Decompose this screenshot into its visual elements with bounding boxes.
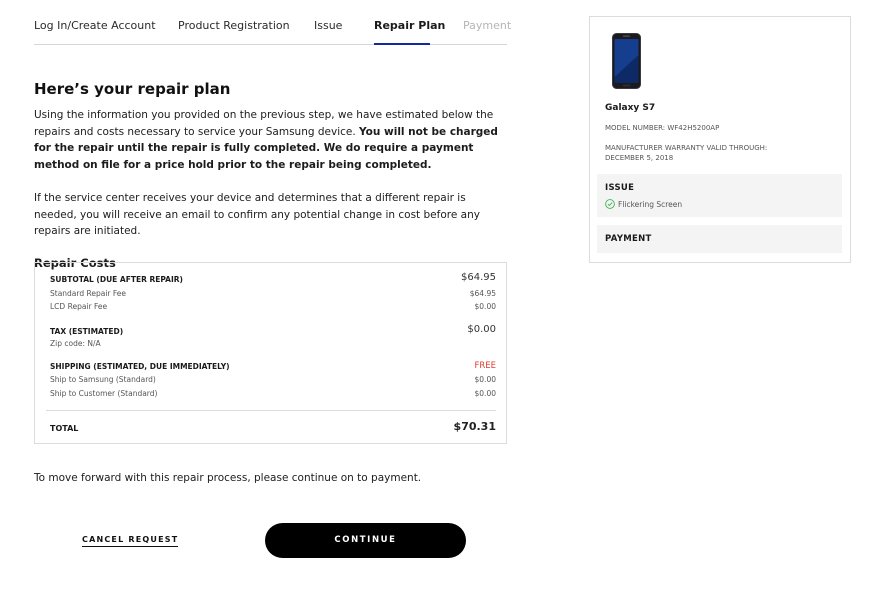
tab-payment: Payment [463, 19, 512, 32]
lcd-fee-value: $0.00 [474, 302, 496, 311]
shipping-value: FREE [474, 361, 496, 371]
page-title: Here’s your repair plan [34, 80, 231, 98]
tax-label: TAX (ESTIMATED) [50, 327, 124, 336]
total-value: $70.31 [453, 420, 496, 433]
standard-fee-row: Standard Repair Fee $64.95 [50, 289, 496, 298]
device-name: Galaxy S7 [605, 103, 656, 113]
ship-samsung-label: Ship to Samsung (Standard) [50, 375, 156, 384]
subtotal-label: SUBTOTAL (DUE AFTER REPAIR) [50, 275, 183, 284]
total-label: TOTAL [50, 424, 79, 433]
tab-issue[interactable]: Issue [314, 19, 342, 32]
shipping-row: SHIPPING (ESTIMATED, DUE IMMEDIATELY) FR… [50, 361, 496, 371]
warranty-label: MANUFACTURER WARRANTY VALID THROUGH: [605, 144, 768, 152]
zip-row: Zip code: N/A [50, 339, 496, 348]
warranty-date: DECEMBER 5, 2018 [605, 154, 674, 162]
shipping-label: SHIPPING (ESTIMATED, DUE IMMEDIATELY) [50, 362, 230, 371]
subtotal-value: $64.95 [461, 272, 496, 283]
tax-value: $0.00 [467, 324, 496, 335]
repair-costs-box: SUBTOTAL (DUE AFTER REPAIR) $64.95 Stand… [34, 262, 507, 444]
phone-icon [612, 33, 641, 89]
ship-customer-label: Ship to Customer (Standard) [50, 389, 158, 398]
total-row: TOTAL $70.31 [50, 420, 496, 433]
tab-product-registration[interactable]: Product Registration [178, 19, 290, 32]
issue-item-label: Flickering Screen [618, 200, 683, 209]
tax-row: TAX (ESTIMATED) $0.00 [50, 324, 496, 336]
device-summary-card: Galaxy S7 MODEL NUMBER: WF42H5200AP MANU… [589, 16, 851, 263]
notice-paragraph: If the service center receives your devi… [34, 192, 480, 237]
ship-samsung-row: Ship to Samsung (Standard) $0.00 [50, 375, 496, 384]
issue-item: Flickering Screen [605, 199, 682, 209]
payment-title: PAYMENT [605, 234, 652, 244]
standard-fee-value: $64.95 [469, 289, 496, 298]
cancel-request-link[interactable]: CANCEL REQUEST [82, 535, 179, 547]
ship-customer-row: Ship to Customer (Standard) $0.00 [50, 389, 496, 398]
check-circle-icon [605, 199, 615, 209]
subtotal-row: SUBTOTAL (DUE AFTER REPAIR) $64.95 [50, 272, 496, 284]
total-divider [46, 410, 496, 411]
active-tab-indicator [374, 43, 430, 45]
lcd-fee-label: LCD Repair Fee [50, 302, 108, 311]
intro-paragraph: Using the information you provided on th… [34, 107, 507, 173]
standard-fee-label: Standard Repair Fee [50, 289, 127, 298]
continue-button[interactable]: CONTINUE [265, 523, 466, 558]
tab-login[interactable]: Log In/Create Account [34, 19, 156, 32]
lcd-fee-row: LCD Repair Fee $0.00 [50, 302, 496, 311]
zip-label: Zip code: N/A [50, 339, 101, 348]
ship-samsung-value: $0.00 [474, 375, 496, 384]
issue-panel: ISSUE Flickering Screen [597, 174, 842, 217]
ship-customer-value: $0.00 [474, 389, 496, 398]
model-number: MODEL NUMBER: WF42H5200AP [605, 124, 720, 132]
payment-panel: PAYMENT [597, 225, 842, 253]
continue-instruction: To move forward with this repair process… [34, 472, 422, 484]
tab-repair-plan[interactable]: Repair Plan [374, 19, 445, 32]
repair-plan-content: Here’s your repair plan Using the inform… [34, 78, 507, 270]
issue-title: ISSUE [605, 183, 635, 193]
progress-tabs: Log In/Create Account Product Registrati… [34, 14, 511, 45]
